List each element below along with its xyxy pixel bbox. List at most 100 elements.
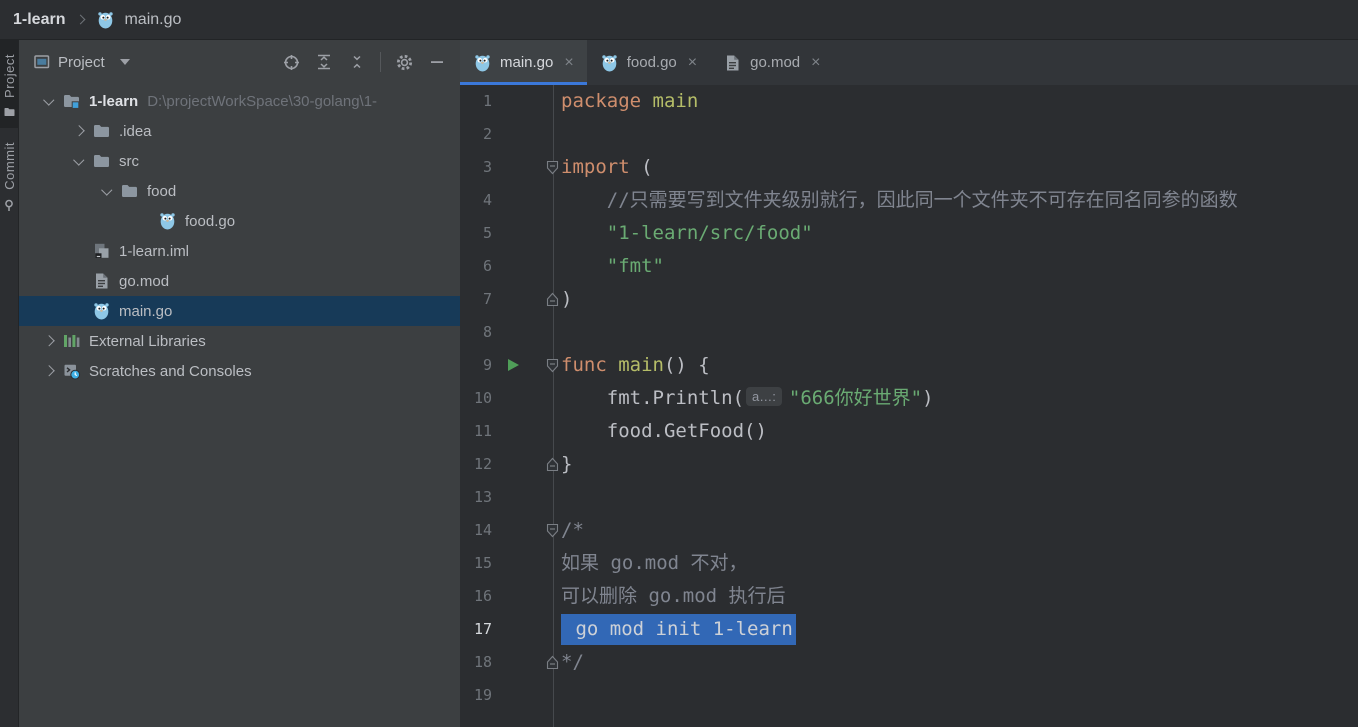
code-line: 8 [460, 316, 1358, 349]
stripe-tab-label: Project [1, 54, 17, 98]
chevron-down-icon[interactable] [35, 94, 62, 105]
stripe-tab-project[interactable]: Project [0, 40, 18, 128]
code-text: food.GetFood() [561, 420, 767, 442]
code-line: 9 func main() { [460, 349, 1358, 382]
fold-marker-icon[interactable] [546, 523, 559, 538]
line-number: 3 [482, 158, 492, 176]
selected-text: go mod init 1-learn [561, 614, 796, 645]
tree-item-external-libraries[interactable]: External Libraries [19, 326, 460, 356]
tree-item-.idea[interactable]: .idea [19, 116, 460, 146]
stripe-commit-icon [2, 198, 16, 212]
tree-item-1-learn.iml[interactable]: 1-learn.iml [19, 236, 460, 266]
project-panel-toolbar [278, 49, 450, 75]
fold-marker-icon[interactable] [546, 457, 559, 472]
breadcrumb-file[interactable]: main.go [124, 11, 181, 29]
tree-item-src[interactable]: src [19, 146, 460, 176]
hide-button[interactable] [424, 49, 450, 75]
project-panel-header: Project [19, 40, 460, 84]
tree-item-food[interactable]: food [19, 176, 460, 206]
code-line: 14 /* [460, 514, 1358, 547]
fold-marker-icon[interactable] [546, 358, 559, 373]
code-line: 6 "fmt" [460, 250, 1358, 283]
line-number: 5 [482, 224, 492, 242]
code-text: "1-learn/src/food" [606, 222, 813, 244]
code-text: /* [561, 519, 584, 541]
chevron-down-icon[interactable] [119, 59, 130, 65]
tree-item-label: main.go [119, 302, 173, 320]
line-number: 17 [473, 620, 492, 638]
fold-marker-icon[interactable] [546, 292, 559, 307]
tree-item-label: .idea [119, 122, 152, 140]
fold-marker-icon[interactable] [546, 655, 559, 670]
tree-item-food.go[interactable]: food.go [19, 206, 460, 236]
ide-window: 1-learn main.go Project Commit Project 1-… [0, 0, 1358, 727]
tab-close-icon[interactable]: × [564, 54, 573, 71]
editor-tabs: main.go × food.go × go.mod × [460, 40, 1358, 85]
stripe-project-icon [3, 106, 16, 118]
code-line: 15 如果 go.mod 不对， [460, 547, 1358, 580]
stripe-tab-label: Commit [1, 141, 17, 190]
tab-go.mod[interactable]: go.mod × [710, 40, 833, 85]
line-number: 6 [482, 257, 492, 275]
code-line: 2 [460, 118, 1358, 151]
code-text: func main() { [561, 354, 710, 376]
chevron-right-icon[interactable] [65, 125, 92, 137]
tab-close-icon[interactable]: × [688, 54, 697, 71]
line-number: 18 [473, 653, 492, 671]
tree-item-scratches-and-consoles[interactable]: Scratches and Consoles [19, 356, 460, 386]
libs-icon [62, 332, 81, 350]
code-text: "fmt" [606, 255, 664, 277]
expand-icon [315, 53, 333, 71]
go-file-icon [600, 54, 619, 72]
line-number: 9 [482, 356, 492, 374]
collapse-all-button[interactable] [344, 49, 370, 75]
tab-close-icon[interactable]: × [811, 54, 820, 71]
tree-item-path: D:\projectWorkSpace\30-golang\1- [147, 92, 378, 110]
line-number: 16 [473, 587, 492, 605]
tree-item-1-learn[interactable]: 1-learn D:\projectWorkSpace\30-golang\1- [19, 86, 460, 116]
tree-item-label: Scratches and Consoles [89, 362, 252, 380]
code-line: 17 go mod init 1-learn [460, 613, 1358, 646]
code-line: 16 可以删除 go.mod 执行后 [460, 580, 1358, 613]
line-number: 7 [482, 290, 492, 308]
tab-main.go[interactable]: main.go × [460, 40, 587, 85]
line-number: 8 [482, 323, 492, 341]
code-text: //只需要写到文件夹级别就行，因此同一个文件夹不可存在同名同参的函数 [606, 189, 1238, 211]
go-icon [92, 302, 111, 320]
code-text: ) [561, 288, 573, 310]
inlay-hint: a…: [746, 387, 782, 406]
code-line: 4 //只需要写到文件夹级别就行，因此同一个文件夹不可存在同名同参的函数 [460, 184, 1358, 217]
locate-button[interactable] [278, 49, 304, 75]
tree-item-label: 1-learn [89, 92, 139, 110]
folder-icon [92, 152, 111, 170]
tool-window-stripe: Project Commit [0, 40, 19, 727]
chevron-down-icon[interactable] [93, 184, 120, 195]
code-line: 10 fmt.Println(a…: "666你好世界") [460, 382, 1358, 415]
breadcrumb: 1-learn main.go [0, 0, 1358, 40]
code-line: 13 [460, 481, 1358, 514]
code-text: */ [561, 651, 584, 673]
run-button[interactable] [508, 359, 519, 371]
tab-food.go[interactable]: food.go × [587, 40, 710, 85]
chevron-right-icon[interactable] [35, 365, 62, 377]
mod-file-icon [723, 54, 742, 72]
project-view-icon [33, 53, 51, 71]
code-editor[interactable]: 1 package main 2 3 import (4 //只需要写到文件夹级别就行，… [460, 85, 1358, 727]
breadcrumb-project[interactable]: 1-learn [13, 11, 65, 29]
chevron-down-icon[interactable] [65, 154, 92, 165]
mod-icon [92, 272, 111, 290]
line-number: 14 [473, 521, 492, 539]
code-line: 18 */ [460, 646, 1358, 679]
fold-marker-icon[interactable] [546, 160, 559, 175]
code-text: package main [561, 90, 699, 112]
code-line: 3 import ( [460, 151, 1358, 184]
project-panel-title[interactable]: Project [58, 54, 105, 71]
settings-button[interactable] [391, 49, 417, 75]
chevron-right-icon[interactable] [35, 335, 62, 347]
tree-item-go.mod[interactable]: go.mod [19, 266, 460, 296]
tree-item-main.go[interactable]: main.go [19, 296, 460, 326]
code-line: 19 [460, 679, 1358, 712]
gear-icon [395, 53, 414, 72]
stripe-tab-commit[interactable]: Commit [0, 128, 18, 222]
expand-all-button[interactable] [311, 49, 337, 75]
